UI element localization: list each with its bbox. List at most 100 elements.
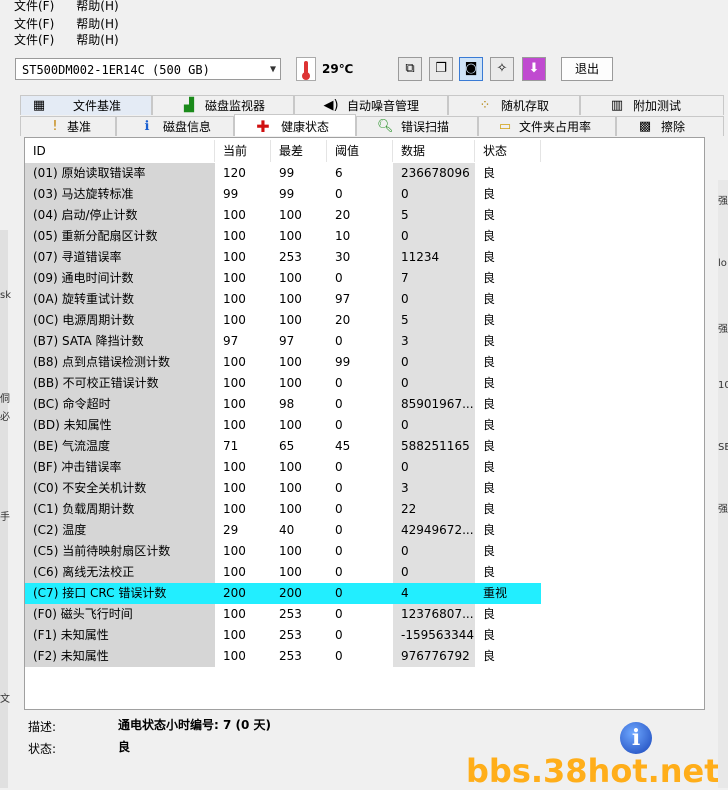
menu-help[interactable]: 帮助(H) xyxy=(76,0,118,14)
cell-threshold: 0 xyxy=(335,397,343,411)
col-status-header[interactable]: 状态 xyxy=(475,140,541,162)
drive-select[interactable]: ST500DM002-1ER14C (500 GB) ▼ xyxy=(15,58,281,80)
cell-data: 0 xyxy=(393,541,475,562)
copy-all-button[interactable]: ❐ xyxy=(429,57,453,81)
table-row[interactable]: (BF) 冲击错误率 100 100 0 0 良 xyxy=(25,457,704,478)
cell-current: 100 xyxy=(223,229,246,243)
tab-erase[interactable]: ▩ 擦除 xyxy=(616,116,724,136)
menu-bar-1: 文件(F) 帮助(H) xyxy=(14,0,141,14)
cell-data: 0 xyxy=(393,415,475,436)
table-row[interactable]: (C5) 当前待映射扇区计数 100 100 0 0 良 xyxy=(25,541,704,562)
col-data-header[interactable]: 数据 xyxy=(393,140,475,162)
strip-text: 手 xyxy=(0,512,10,523)
cell-threshold: 0 xyxy=(335,376,343,390)
menu-file[interactable]: 文件(F) xyxy=(14,32,54,48)
strip-text: sk xyxy=(0,290,12,301)
table-row[interactable]: (C1) 负载周期计数 100 100 0 22 良 xyxy=(25,499,704,520)
table-row[interactable]: (BE) 气流温度 71 65 45 588251165 良 xyxy=(25,436,704,457)
table-row[interactable]: (F0) 磁头飞行时间 100 253 0 12376807... 良 xyxy=(25,604,704,625)
table-row[interactable]: (BB) 不可校正错误计数 100 100 0 0 良 xyxy=(25,373,704,394)
tab-folder-usage[interactable]: ▭ 文件夹占用率 xyxy=(478,116,616,136)
cell-threshold: 0 xyxy=(335,607,343,621)
cell-current: 100 xyxy=(223,355,246,369)
table-row[interactable]: (0A) 旋转重试计数 100 100 97 0 良 xyxy=(25,289,704,310)
cell-current: 100 xyxy=(223,607,246,621)
tab-aam[interactable]: ◀) 自动噪音管理 xyxy=(294,95,448,115)
cell-current: 100 xyxy=(223,397,246,411)
menu-bar-3: 文件(F) 帮助(H) xyxy=(14,32,141,48)
cell-current: 100 xyxy=(223,502,246,516)
options-button[interactable]: ✧ xyxy=(490,57,514,81)
cell-worst: 253 xyxy=(279,250,302,264)
grid-icon: ▥ xyxy=(610,98,624,113)
table-row[interactable]: (F2) 未知属性 100 253 0 976776792 良 xyxy=(25,646,704,667)
table-row[interactable]: (B8) 点到点错误检测计数 100 100 99 0 良 xyxy=(25,352,704,373)
temperature-readout: 29℃ xyxy=(322,62,354,76)
table-row[interactable]: (C0) 不安全关机计数 100 100 0 3 良 xyxy=(25,478,704,499)
col-current-header[interactable]: 当前 xyxy=(215,140,271,162)
table-row[interactable]: (BD) 未知属性 100 100 0 0 良 xyxy=(25,415,704,436)
menu-help[interactable]: 帮助(H) xyxy=(76,16,118,32)
save-button[interactable]: ⬇ xyxy=(522,57,546,81)
menu-help[interactable]: 帮助(H) xyxy=(76,32,118,48)
cell-current: 100 xyxy=(223,565,246,579)
table-row[interactable]: (0C) 电源周期计数 100 100 20 5 良 xyxy=(25,310,704,331)
cell-data: 0 xyxy=(393,352,475,373)
menu-file[interactable]: 文件(F) xyxy=(14,16,54,32)
chevron-down-icon[interactable]: ▼ xyxy=(270,59,276,81)
table-row[interactable]: (B7) SATA 降挡计数 97 97 0 3 良 xyxy=(25,331,704,352)
cell-current: 97 xyxy=(223,334,239,348)
table-row[interactable]: (F1) 未知属性 100 253 0 -159563344 良 xyxy=(25,625,704,646)
cell-status: 良 xyxy=(483,187,496,201)
cell-worst: 200 xyxy=(271,583,327,604)
tab-random-access[interactable]: ⁘ 随机存取 xyxy=(448,95,580,115)
cell-data: 0 xyxy=(393,373,475,394)
tab-extra-tests[interactable]: ▥ 附加测试 xyxy=(580,95,724,115)
table-row[interactable]: (C2) 温度 29 40 0 42949672... 良 xyxy=(25,520,704,541)
col-id-header[interactable]: ID xyxy=(25,140,215,162)
tab-disk-monitor[interactable]: ▟ 磁盘监视器 xyxy=(152,95,294,115)
table-row[interactable]: (03) 马达旋转标准 99 99 0 0 良 xyxy=(25,184,704,205)
cell-current: 100 xyxy=(223,292,246,306)
cell-current: 100 xyxy=(223,628,246,642)
col-threshold-header[interactable]: 阈值 xyxy=(327,140,393,162)
cell-data: 4 xyxy=(393,583,475,604)
table-row[interactable]: (07) 寻道错误率 100 253 30 11234 良 xyxy=(25,247,704,268)
cell-threshold: 30 xyxy=(335,250,351,264)
exit-button[interactable]: 退出 xyxy=(561,57,613,81)
table-row[interactable]: (C6) 离线无法校正 100 100 0 0 良 xyxy=(25,562,704,583)
table-row[interactable]: (C7) 接口 CRC 错误计数 200 200 0 4 重视 xyxy=(25,583,704,604)
menu-file[interactable]: 文件(F) xyxy=(14,0,54,14)
strip-text: 强 xyxy=(718,504,728,515)
cell-data: 42949672... xyxy=(393,520,475,541)
tab-error-scan[interactable]: 🔍︎ 错误扫描 xyxy=(356,116,478,136)
cell-data: 976776792 xyxy=(393,646,475,667)
col-worst-header[interactable]: 最差 xyxy=(271,140,327,162)
cell-status: 良 xyxy=(483,460,496,474)
tab-disk-info[interactable]: ℹ 磁盘信息 xyxy=(116,116,234,136)
table-row[interactable]: (09) 通电时间计数 100 100 0 7 良 xyxy=(25,268,704,289)
cell-status: 良 xyxy=(483,502,496,516)
cell-status: 良 xyxy=(483,376,496,390)
state-value: 良 xyxy=(118,740,131,754)
table-row[interactable]: (01) 原始读取错误率 120 99 6 236678096 良 xyxy=(25,163,704,184)
table-row[interactable]: (BC) 命令超时 100 98 0 85901967... 良 xyxy=(25,394,704,415)
cell-current: 100 xyxy=(223,271,246,285)
table-row[interactable]: (05) 重新分配扇区计数 100 100 10 0 良 xyxy=(25,226,704,247)
cell-status: 良 xyxy=(483,250,496,264)
cell-worst: 253 xyxy=(279,628,302,642)
cell-status: 良 xyxy=(483,355,496,369)
info-icon[interactable]: i xyxy=(620,722,652,754)
tab-benchmark[interactable]: ! 基准 xyxy=(20,116,116,136)
tab-health[interactable]: ✚ 健康状态 xyxy=(234,114,356,136)
description-value: 通电状态小时编号: 7 (0 天) xyxy=(118,718,272,732)
tab-file-benchmark[interactable]: ▦ 文件基准 xyxy=(20,95,152,115)
cell-status: 重视 xyxy=(475,583,541,604)
cell-threshold: 20 xyxy=(335,313,351,327)
cell-current: 99 xyxy=(223,187,239,201)
cell-threshold: 0 xyxy=(335,418,343,432)
cell-worst: 40 xyxy=(279,523,295,537)
screenshot-button[interactable]: ◙ xyxy=(459,57,483,81)
copy-button[interactable]: ⧉ xyxy=(398,57,422,81)
table-row[interactable]: (04) 启动/停止计数 100 100 20 5 良 xyxy=(25,205,704,226)
